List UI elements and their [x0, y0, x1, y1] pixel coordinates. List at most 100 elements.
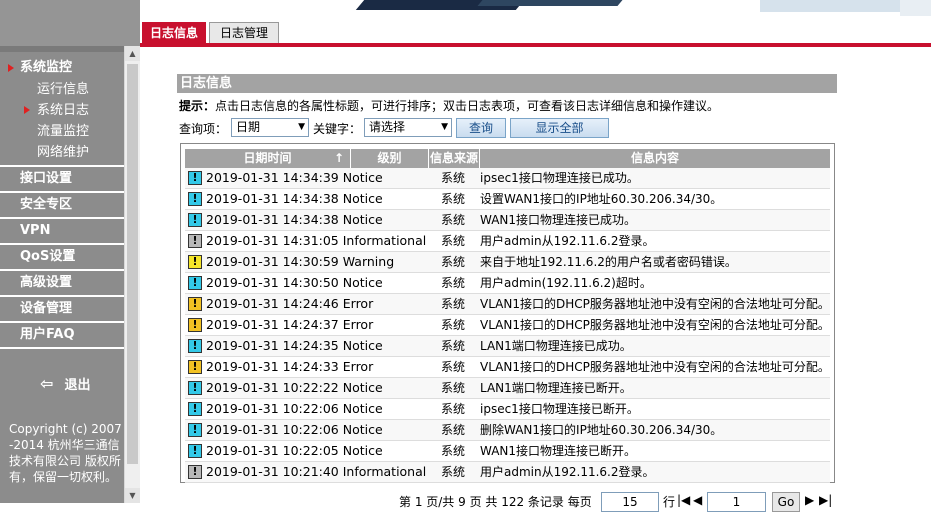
- sidebar-item-security[interactable]: 安全专区: [0, 193, 124, 219]
- logout-button[interactable]: ⇦ 退出: [40, 373, 91, 395]
- log-datetime-level: 2019-01-31 10:22:05 Notice: [206, 441, 383, 461]
- log-datetime: 2019-01-31 14:30:50: [206, 275, 339, 290]
- log-datetime: 2019-01-31 14:34:39: [206, 170, 339, 185]
- first-page-icon[interactable]: |◀: [677, 493, 690, 507]
- sidebar-subitem-run-info[interactable]: 运行信息: [37, 79, 124, 100]
- log-message: 删除WAN1接口的IP地址60.30.206.34/30。: [480, 423, 723, 437]
- copyright-text: Copyright (c) 2007-2014 杭州华三通信技术有限公司 版权所…: [9, 422, 122, 484]
- log-datetime: 2019-01-31 14:34:38: [206, 212, 339, 227]
- log-message: VLAN1接口的DHCP服务器地址池中没有空闲的合法地址可分配。: [480, 318, 830, 332]
- notice-icon: !: [188, 381, 202, 395]
- notice-icon: !: [188, 276, 202, 290]
- sidebar-subitem-network-maintenance[interactable]: 网络维护: [37, 142, 124, 163]
- active-arrow-icon: [8, 64, 14, 72]
- table-row[interactable]: ! 2019-01-31 10:21:40 Informational 系统 用户ad…: [185, 462, 830, 483]
- sidebar-subitem-system-log[interactable]: 系统日志: [24, 100, 124, 121]
- log-message: 用户admin(192.11.6.2)超时。: [480, 276, 652, 290]
- log-level: Notice: [342, 380, 383, 395]
- error-icon: !: [188, 318, 202, 332]
- table-row[interactable]: ! 2019-01-31 14:24:46 Error 系统 VLAN1接口的DHCP…: [185, 294, 830, 315]
- log-datetime-level: 2019-01-31 14:31:05 Informational: [206, 231, 426, 251]
- table-row[interactable]: ! 2019-01-31 14:24:37 Error 系统 VLAN1接口的DHCP…: [185, 315, 830, 336]
- table-row[interactable]: ! 2019-01-31 14:31:05 Informational 系统 用户ad…: [185, 231, 830, 252]
- log-source: 系统: [441, 192, 466, 206]
- sidebar-item-user-faq[interactable]: 用户FAQ: [0, 323, 124, 349]
- log-source: 系统: [441, 318, 466, 332]
- log-datetime: 2019-01-31 14:30:59: [206, 254, 339, 269]
- sidebar-submenu: 运行信息 系统日志 流量监控 网络维护: [0, 79, 124, 167]
- next-page-icon[interactable]: ▶: [805, 493, 814, 507]
- log-source: 系统: [441, 423, 466, 437]
- scroll-down-icon[interactable]: ▼: [125, 488, 140, 503]
- log-message: VLAN1接口的DHCP服务器地址池中没有空闲的合法地址可分配。: [480, 297, 830, 311]
- pager-summary: 第 1 页/共 9 页 共 122 条记录 每页: [399, 495, 592, 509]
- tab-log-info[interactable]: 日志信息: [142, 22, 206, 45]
- tab-log-management[interactable]: 日志管理: [209, 22, 279, 45]
- log-message: WAN1接口物理连接已成功。: [480, 213, 637, 227]
- log-datetime-level: 2019-01-31 14:34:39 Notice: [206, 168, 383, 188]
- column-header-datetime[interactable]: 日期时间 ↑: [185, 149, 351, 168]
- keyword-select[interactable]: 请选择 ▼: [364, 118, 452, 137]
- scroll-up-icon[interactable]: ▲: [125, 46, 140, 61]
- log-source: 系统: [441, 360, 466, 374]
- log-level: Notice: [342, 212, 383, 227]
- show-all-button[interactable]: 显示全部: [510, 118, 609, 138]
- table-row[interactable]: ! 2019-01-31 14:24:33 Error 系统 VLAN1接口的DHCP…: [185, 357, 830, 378]
- table-row[interactable]: ! 2019-01-31 10:22:06 Notice 系统 删除WAN1接口的IP…: [185, 420, 830, 441]
- chevron-down-icon: ▼: [298, 122, 305, 132]
- table-row[interactable]: ! 2019-01-31 14:34:38 Notice 系统 WAN1接口物理连接已…: [185, 210, 830, 231]
- log-datetime-level: 2019-01-31 14:30:50 Notice: [206, 273, 383, 293]
- log-level: Error: [342, 296, 374, 311]
- column-header-level[interactable]: 级别: [351, 149, 429, 168]
- table-row[interactable]: ! 2019-01-31 14:30:59 Warning 系统 来自于地址192.1…: [185, 252, 830, 273]
- sidebar-nav: 系统监控 运行信息 系统日志 流量监控 网络维护 接口设置 安全专区 VPN Q…: [0, 56, 124, 349]
- panel-title: 日志信息: [177, 74, 837, 93]
- sidebar-item-interface-settings[interactable]: 接口设置: [0, 167, 124, 193]
- logout-label: 退出: [64, 378, 91, 393]
- sidebar-item-system-monitor[interactable]: 系统监控: [0, 56, 124, 79]
- sidebar-item-vpn[interactable]: VPN: [0, 219, 124, 245]
- log-source: 系统: [441, 402, 466, 416]
- sidebar-item-advanced[interactable]: 高级设置: [0, 271, 124, 297]
- banner-stripe: [477, 0, 623, 6]
- header-banner: [140, 0, 931, 22]
- log-source: 系统: [441, 297, 466, 311]
- table-row[interactable]: ! 2019-01-31 14:24:35 Notice 系统 LAN1端口物理连接已…: [185, 336, 830, 357]
- tab-underline: [140, 43, 931, 47]
- logout-icon: ⇦: [40, 374, 54, 393]
- log-message: 设置WAN1接口的IP地址60.30.206.34/30。: [480, 192, 723, 206]
- search-button[interactable]: 查询: [456, 118, 506, 138]
- sidebar-item-device-management[interactable]: 设备管理: [0, 297, 124, 323]
- sidebar-scrollbar[interactable]: ▲ ▼: [124, 46, 140, 503]
- log-level: Informational: [342, 464, 427, 479]
- error-icon: !: [188, 297, 202, 311]
- scrollbar-thumb[interactable]: [127, 64, 138, 464]
- table-row[interactable]: ! 2019-01-31 14:34:38 Notice 系统 设置WAN1接口的IP…: [185, 189, 830, 210]
- log-level: Notice: [342, 338, 383, 353]
- sort-asc-icon: ↑: [333, 151, 344, 165]
- sidebar-subitem-traffic-monitor[interactable]: 流量监控: [37, 121, 124, 142]
- tip-body: 点击日志信息的各属性标题，可进行排序；双击日志表项，可查看该日志详细信息和操作建…: [215, 99, 720, 113]
- table-row[interactable]: ! 2019-01-31 14:34:39 Notice 系统 ipsec1接口物理连…: [185, 168, 830, 189]
- notice-icon: !: [188, 339, 202, 353]
- tip-text: 提示：点击日志信息的各属性标题，可进行排序；双击日志表项，可查看该日志详细信息和…: [179, 97, 719, 114]
- notice-icon: !: [188, 402, 202, 416]
- log-source: 系统: [441, 381, 466, 395]
- column-header-source[interactable]: 信息来源: [429, 149, 480, 168]
- page-number-input[interactable]: 1: [707, 492, 766, 512]
- informational-icon: !: [188, 234, 202, 248]
- query-select[interactable]: 日期 ▼: [231, 118, 309, 137]
- sidebar-item-qos[interactable]: QoS设置: [0, 245, 124, 271]
- log-source: 系统: [441, 255, 466, 269]
- table-row[interactable]: ! 2019-01-31 10:22:06 Notice 系统 ipsec1接口物理连…: [185, 399, 830, 420]
- table-header: 日期时间 ↑ 级别 信息来源 信息内容: [185, 149, 830, 168]
- prev-page-icon[interactable]: ◀: [693, 493, 702, 507]
- last-page-icon[interactable]: ▶|: [819, 493, 832, 507]
- go-button[interactable]: Go: [772, 492, 800, 512]
- table-row[interactable]: ! 2019-01-31 10:22:22 Notice 系统 LAN1端口物理连接已…: [185, 378, 830, 399]
- table-row[interactable]: ! 2019-01-31 10:22:05 Notice 系统 WAN1接口物理连接已…: [185, 441, 830, 462]
- table-row[interactable]: ! 2019-01-31 14:30:50 Notice 系统 用户admin(192…: [185, 273, 830, 294]
- sidebar: 系统监控 运行信息 系统日志 流量监控 网络维护 接口设置 安全专区 VPN Q…: [0, 0, 140, 503]
- column-header-message[interactable]: 信息内容: [480, 149, 830, 168]
- per-page-input[interactable]: 15: [601, 492, 659, 512]
